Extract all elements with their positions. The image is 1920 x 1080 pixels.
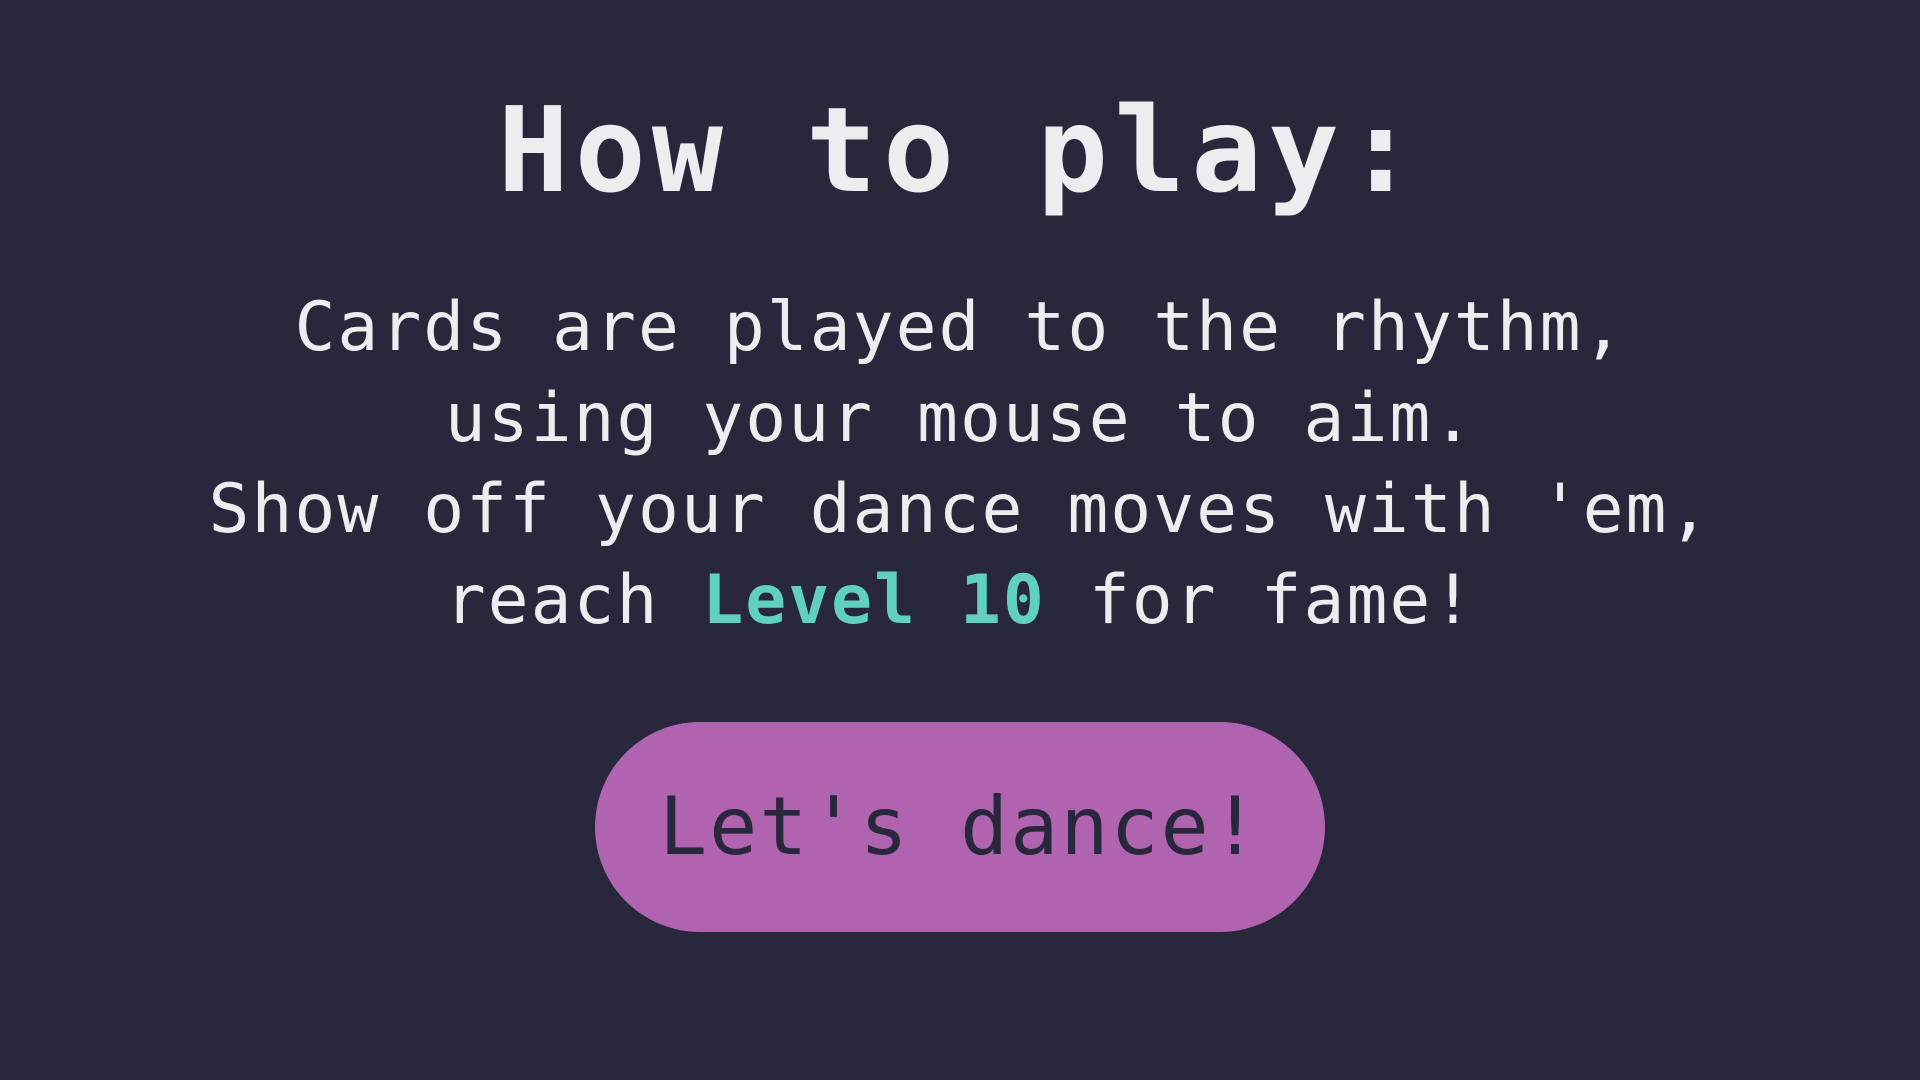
page-title: How to play: bbox=[497, 81, 1423, 219]
level-goal-highlight: Level 10 bbox=[702, 561, 1046, 640]
instructions-text: Cards are played to the rhythm, using yo… bbox=[0, 282, 1920, 646]
instruction-line-2: using your mouse to aim. bbox=[444, 379, 1476, 458]
instruction-line-3: Show off your dance moves with 'em, bbox=[208, 470, 1712, 549]
lets-dance-button[interactable]: Let's dance! bbox=[595, 722, 1325, 932]
instruction-line-4-prefix: reach bbox=[444, 561, 703, 640]
instruction-line-1: Cards are played to the rhythm, bbox=[294, 288, 1626, 367]
how-to-play-screen: How to play: Cards are played to the rhy… bbox=[0, 0, 1920, 1080]
instruction-line-4: reach Level 10 for fame! bbox=[0, 555, 1920, 646]
instruction-line-4-suffix: for fame! bbox=[1045, 561, 1476, 640]
